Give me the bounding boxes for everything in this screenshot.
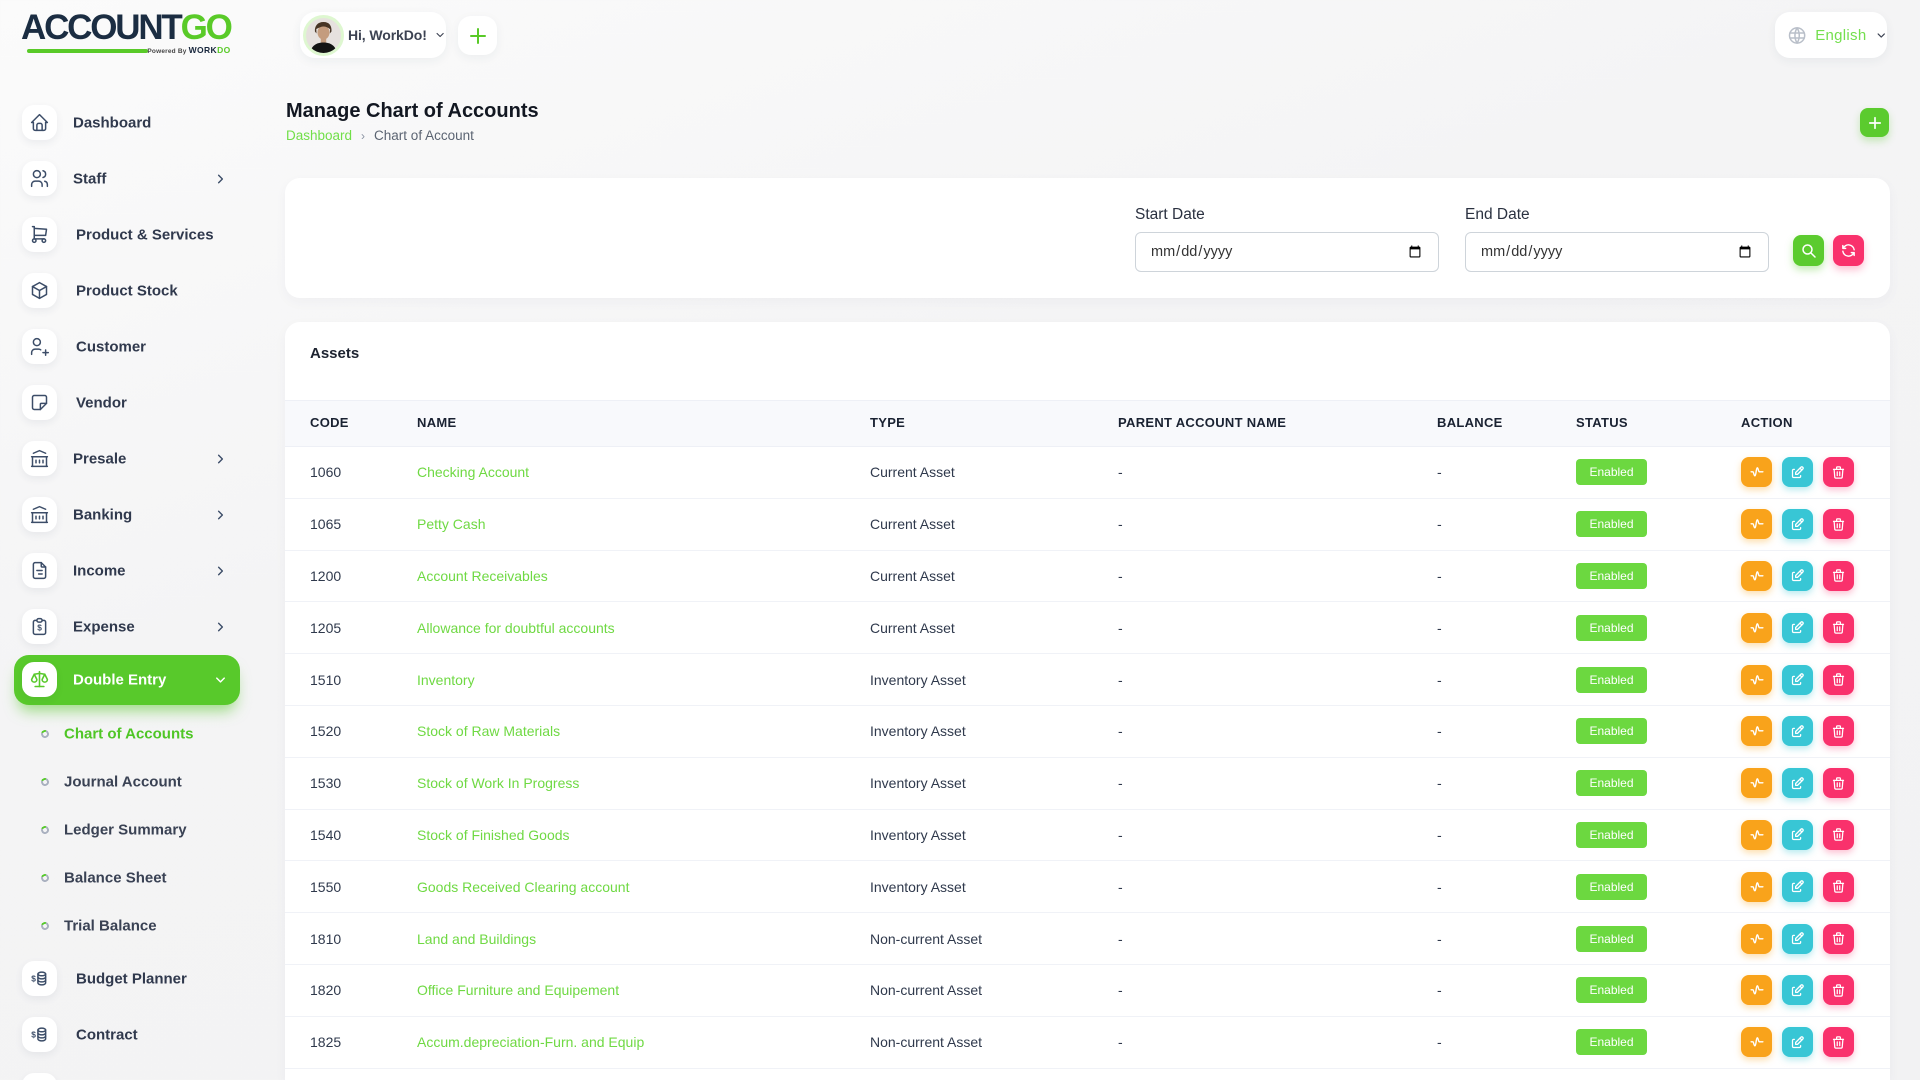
svg-text:$: $ — [37, 623, 42, 633]
svg-text:$: $ — [31, 974, 36, 984]
svg-text:$: $ — [31, 1030, 36, 1040]
